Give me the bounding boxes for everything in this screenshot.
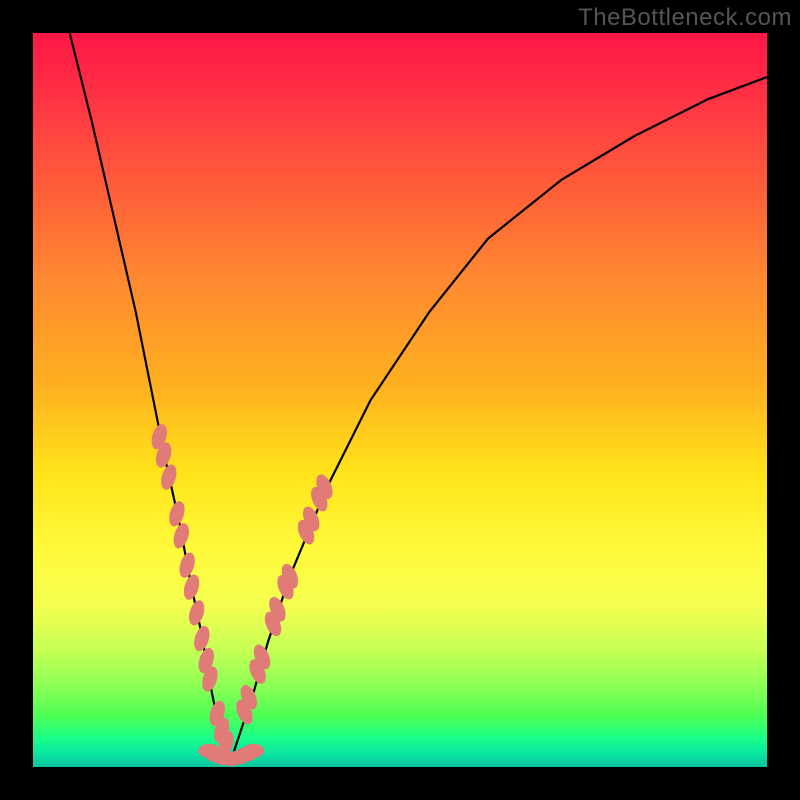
bead-marker bbox=[242, 744, 264, 758]
bead-markers bbox=[149, 422, 336, 766]
right-curve-path bbox=[231, 77, 767, 760]
plot-area bbox=[33, 33, 767, 767]
curves-svg bbox=[33, 33, 767, 767]
watermark-text: TheBottleneck.com bbox=[578, 4, 792, 32]
right-curve bbox=[231, 77, 767, 760]
bead-marker bbox=[186, 598, 207, 627]
chart-frame: TheBottleneck.com bbox=[0, 0, 800, 800]
